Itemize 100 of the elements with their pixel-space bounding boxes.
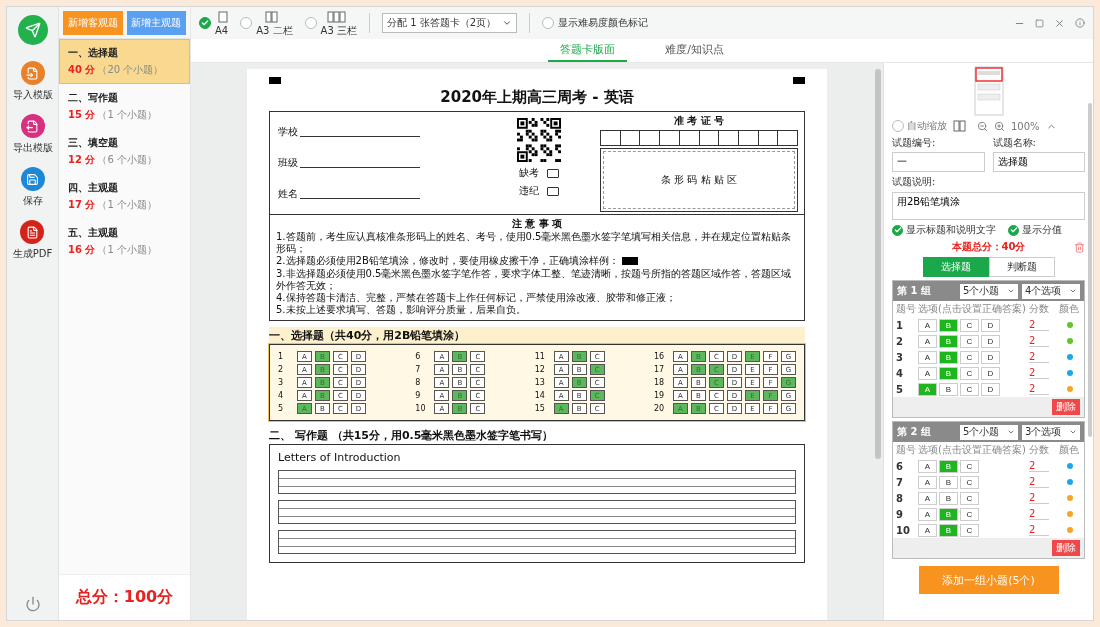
- answer-option[interactable]: A: [918, 475, 937, 489]
- answer-option[interactable]: C: [960, 350, 979, 364]
- section-item[interactable]: 三、填空题 12 分 （6 个小题）: [59, 129, 190, 174]
- answer-option[interactable]: B: [939, 475, 958, 489]
- answer-option[interactable]: C: [960, 491, 979, 505]
- zoom-out-icon[interactable]: [977, 120, 988, 132]
- barcode-area: 条 形 码 粘 贴 区: [600, 148, 798, 212]
- count-select[interactable]: 5个小题: [960, 283, 1018, 299]
- score-value[interactable]: 2: [1029, 367, 1049, 379]
- tab[interactable]: 难度/知识点: [653, 39, 736, 62]
- answer-option[interactable]: D: [981, 382, 1000, 396]
- answer-option[interactable]: B: [939, 382, 958, 396]
- checkbox[interactable]: [542, 17, 555, 29]
- notes-title: 注 意 事 项: [510, 217, 564, 231]
- input-field[interactable]: 一: [892, 152, 985, 172]
- sidebar-button[interactable]: 导出模版: [12, 114, 53, 155]
- section-title: 四、主观题: [68, 181, 119, 195]
- answer-option[interactable]: C: [960, 382, 979, 396]
- display-option[interactable]: 显示分值: [1008, 223, 1062, 237]
- answer-option[interactable]: C: [960, 459, 979, 473]
- question-total: 本题总分：40分: [951, 240, 1026, 254]
- question-number: 18: [654, 378, 666, 388]
- answer-option[interactable]: C: [960, 523, 979, 537]
- score-value[interactable]: 2: [1029, 351, 1049, 363]
- type-tab[interactable]: 判断题: [988, 257, 1055, 277]
- answer-option[interactable]: C: [960, 334, 979, 348]
- choices-select[interactable]: 4个选项: [1022, 283, 1080, 299]
- section-heading: 二、 写作题 （共15分，用0.5毫米黑色墨水签字笔书写）: [269, 428, 555, 445]
- answer-option[interactable]: D: [981, 366, 1000, 380]
- export-icon: [20, 114, 45, 138]
- checkbox[interactable]: [892, 224, 903, 236]
- score-value[interactable]: 2: [1029, 508, 1049, 520]
- filled-sample-mark: [621, 257, 638, 266]
- score-value[interactable]: 2: [1029, 524, 1049, 536]
- answer-option[interactable]: A: [918, 366, 937, 380]
- score-value[interactable]: 2: [1029, 335, 1049, 347]
- answer-option[interactable]: C: [960, 318, 979, 332]
- section-item[interactable]: 四、主观题 17 分 （1 个小题）: [59, 174, 190, 219]
- score-value[interactable]: 2: [1029, 460, 1049, 472]
- display-option[interactable]: 显示标题和说明文字: [892, 223, 996, 237]
- layout-option[interactable]: A3 二栏: [240, 10, 293, 36]
- maximize-icon[interactable]: [1035, 18, 1044, 28]
- score-value[interactable]: 2: [1029, 476, 1049, 488]
- scrollbar[interactable]: [875, 69, 881, 459]
- zoom-in-icon[interactable]: [994, 120, 1005, 132]
- answer-option[interactable]: D: [981, 318, 1000, 332]
- column-header: 分数: [1029, 443, 1050, 457]
- radio-button[interactable]: [304, 17, 317, 29]
- page-thumbnail[interactable]: [973, 66, 1004, 116]
- answer-option[interactable]: A: [918, 459, 937, 473]
- answer-option[interactable]: A: [918, 523, 937, 537]
- answer-option[interactable]: C: [960, 475, 979, 489]
- description-field[interactable]: 用2B铅笔填涂: [892, 192, 1085, 220]
- sidebar-button[interactable]: 导入模版: [12, 61, 53, 102]
- answer-option[interactable]: C: [960, 507, 979, 521]
- note-text: 1.答题前，考生应认真核准条形码上的姓名、考号，使用0.5毫米黑色墨水签字笔填写相关信息，并在规定位置粘贴条形码；: [276, 231, 793, 255]
- answer-option[interactable]: D: [981, 350, 1000, 364]
- layout-option[interactable]: A3 三栏: [304, 10, 357, 36]
- delete-button[interactable]: 删除: [1052, 540, 1080, 556]
- power-button[interactable]: [24, 596, 41, 612]
- answer-option[interactable]: A: [918, 350, 937, 364]
- color-mark-option[interactable]: 显示难易度颜色标记: [542, 16, 649, 30]
- page-layout-icon: [215, 10, 228, 23]
- delete-button[interactable]: 删除: [1052, 399, 1080, 415]
- sidebar-button[interactable]: 生成PDF: [12, 220, 53, 261]
- section-item[interactable]: 五、主观题 16 分 （1 个小题）: [59, 219, 190, 264]
- sheet-dropdown[interactable]: 分配 1 张答题卡（2页）: [382, 13, 518, 33]
- answer-option[interactable]: A: [918, 491, 937, 505]
- answer-option[interactable]: A: [918, 334, 937, 348]
- answer-option[interactable]: D: [981, 334, 1000, 348]
- section-item[interactable]: 一、选择题 40 分 （20 个小题）: [59, 39, 190, 84]
- section-item[interactable]: 二、写作题 15 分 （1 个小题）: [59, 84, 190, 129]
- sidebar-button[interactable]: 保存: [20, 167, 45, 208]
- delete-icon[interactable]: [1074, 241, 1085, 253]
- question-number: 11: [534, 352, 546, 362]
- caret-icon: [1069, 287, 1077, 295]
- info-icon[interactable]: [1075, 18, 1085, 28]
- count-select[interactable]: 5个小题: [960, 424, 1018, 440]
- radio-button[interactable]: [892, 120, 904, 132]
- score-value[interactable]: 2: [1029, 492, 1049, 504]
- auto-zoom-option[interactable]: 自动缩放: [892, 119, 947, 133]
- radio-button[interactable]: [240, 17, 253, 29]
- answer-option[interactable]: A: [918, 318, 937, 332]
- question-number: 4: [278, 391, 285, 401]
- radio-button[interactable]: [199, 17, 211, 29]
- question-number: 3: [278, 378, 285, 388]
- question-number: 13: [534, 378, 546, 388]
- close-icon[interactable]: [1054, 17, 1065, 29]
- scrollbar[interactable]: [1088, 103, 1092, 438]
- mark-box: [547, 168, 559, 178]
- answer-option[interactable]: C: [960, 366, 979, 380]
- choices-select[interactable]: 3个选项: [1022, 424, 1080, 440]
- score-value[interactable]: 2: [1029, 319, 1049, 331]
- answer-option[interactable]: B: [939, 491, 958, 505]
- question-count: （1 个小题）: [97, 198, 157, 212]
- input-field[interactable]: 选择题: [992, 152, 1085, 172]
- score-value[interactable]: 2: [1029, 383, 1049, 395]
- answer-option[interactable]: A: [918, 507, 937, 521]
- layout-option[interactable]: A4: [199, 10, 229, 36]
- checkbox[interactable]: [1008, 224, 1019, 236]
